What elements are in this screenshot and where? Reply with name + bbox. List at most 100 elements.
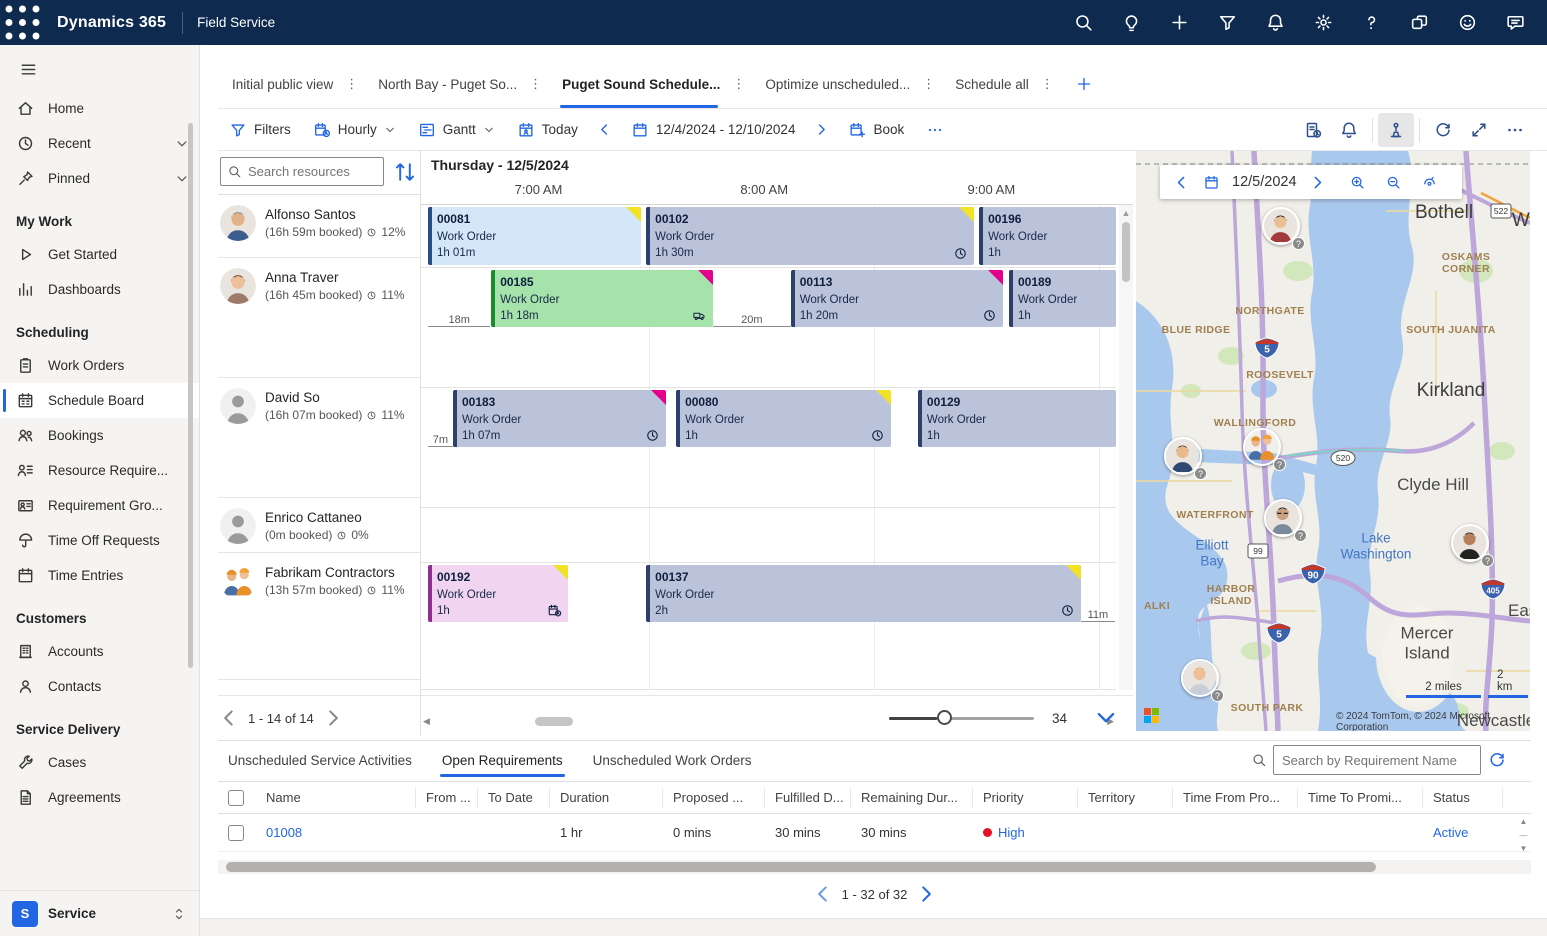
feedback-icon[interactable] <box>1498 6 1532 40</box>
booking-00183[interactable]: 00183Work Order1h 07m <box>453 390 666 447</box>
gantt-row[interactable]: 18m00185Work Order1h 18m20m00113Work Ord… <box>421 268 1116 388</box>
requirements-prev-page-icon[interactable] <box>812 883 834 905</box>
help-icon[interactable] <box>1354 6 1388 40</box>
tab-options-icon[interactable]: ⋮ <box>916 76 941 92</box>
sidebar-item-accounts[interactable]: Accounts <box>0 634 199 669</box>
doc-clock-icon[interactable] <box>1295 113 1331 147</box>
filter-icon[interactable] <box>1210 6 1244 40</box>
sidebar-item-cases[interactable]: Cases <box>0 745 199 780</box>
gantt-button[interactable]: Gantt <box>407 113 506 147</box>
sidebar-item-pinned[interactable]: Pinned <box>0 161 199 196</box>
resource-search[interactable] <box>220 157 384 186</box>
booking-00196[interactable]: 00196Work Order1h <box>979 207 1116 265</box>
requirements-next-page-icon[interactable] <box>915 883 937 905</box>
ellipsis-button[interactable] <box>915 113 955 147</box>
area-switcher-chevrons-icon[interactable] <box>171 906 187 922</box>
sidebar-item-recent[interactable]: Recent <box>0 126 199 161</box>
resource-row[interactable]: David So(16h 07m booked)11% <box>218 378 420 498</box>
sidebar-item-time-off-requests[interactable]: Time Off Requests <box>0 523 199 558</box>
map-resource-pin[interactable]: ? <box>1262 207 1304 249</box>
resource-row[interactable]: Fabrikam Contractors(13h 57m booked)11% <box>218 553 420 680</box>
requirements-tab-open-requirements[interactable]: Open Requirements <box>432 745 573 777</box>
refresh-icon[interactable] <box>1425 113 1461 147</box>
cell-link[interactable]: 01008 <box>266 825 302 840</box>
board-tab-4[interactable]: Optimize unscheduled... <box>751 60 916 108</box>
chevron-left-button[interactable] <box>589 113 620 147</box>
schedule-map[interactable]: BothellWoOSKAMSCORNERNORTHGATEBLUE RIDGE… <box>1136 151 1530 731</box>
sidebar-item-resource-require-[interactable]: Resource Require... <box>0 453 199 488</box>
expand-icon[interactable] <box>1461 113 1497 147</box>
chevron-down-icon[interactable] <box>175 172 189 186</box>
settings-icon[interactable] <box>1306 6 1340 40</box>
search-icon[interactable] <box>1066 6 1100 40</box>
today-button[interactable]: Today <box>506 113 589 147</box>
requirements-tab-unscheduled-service-activities[interactable]: Unscheduled Service Activities <box>218 745 422 777</box>
booking-00113[interactable]: 00113Work Order1h 20m <box>791 270 1004 327</box>
booking-00081[interactable]: 00081Work Order1h 01m <box>428 207 641 265</box>
cell-link[interactable]: Active <box>1433 825 1468 840</box>
bell-icon[interactable] <box>1258 6 1292 40</box>
gantt-row[interactable] <box>421 508 1116 563</box>
filters-button[interactable]: Filters <box>218 113 302 147</box>
board-zoom-slider[interactable] <box>889 708 1034 728</box>
select-all-checkbox[interactable] <box>228 790 244 806</box>
emoji-icon[interactable] <box>1450 6 1484 40</box>
map-resource-pin[interactable]: ? <box>1164 437 1206 479</box>
map-date[interactable]: 12/5/2024 <box>1232 174 1297 190</box>
booking-00185[interactable]: 00185Work Order1h 18m <box>491 270 713 327</box>
waffle-icon[interactable] <box>0 0 45 45</box>
board-tab-3[interactable]: Puget Sound Schedule... <box>548 60 726 108</box>
map-calendar-icon[interactable] <box>1196 168 1226 196</box>
map-resource-pin[interactable]: ? <box>1243 428 1285 470</box>
sidebar-item-dashboards[interactable]: Dashboards <box>0 272 199 307</box>
sidebar-item-time-entries[interactable]: Time Entries <box>0 558 199 593</box>
sidebar-item-home[interactable]: Home <box>0 91 199 126</box>
gantt-row[interactable]: 7m00183Work Order1h 07m00080Work Order1h… <box>421 388 1116 508</box>
map-next-day-icon[interactable] <box>1303 168 1333 196</box>
gantt-vscrollbar[interactable]: ▲ <box>1119 205 1133 690</box>
hourly-button[interactable]: Hourly <box>302 113 407 147</box>
board-tab-5[interactable]: Schedule all <box>941 60 1035 108</box>
zoom-slider-handle[interactable] <box>937 710 952 725</box>
table-vscrollbar[interactable]: ▲—▼ <box>1516 815 1531 855</box>
booking-00102[interactable]: 00102Work Order1h 30m <box>646 207 974 265</box>
12-4-2024-12-10-2024-button[interactable]: 12/4/2024 - 12/10/2024 <box>620 113 807 147</box>
chevron-right-button[interactable] <box>806 113 837 147</box>
resources-next-page-icon[interactable] <box>322 707 344 729</box>
app-brand[interactable]: Dynamics 365 <box>57 14 166 32</box>
area-switcher[interactable]: S Service <box>0 890 199 936</box>
sidebar-item-schedule-board[interactable]: Schedule Board <box>0 383 199 418</box>
expand-bottom-panel-icon[interactable] <box>1093 705 1119 731</box>
priority-value[interactable]: High <box>998 825 1025 840</box>
sidebar-item-work-orders[interactable]: Work Orders <box>0 348 199 383</box>
map-prev-day-icon[interactable] <box>1166 168 1196 196</box>
resources-prev-page-icon[interactable] <box>218 707 240 729</box>
sidebar-item-agreements[interactable]: Agreements <box>0 780 199 815</box>
map-resource-pin[interactable]: ? <box>1181 659 1223 701</box>
sort-resources-icon[interactable] <box>392 159 418 185</box>
book-button[interactable]: Book <box>837 113 915 147</box>
gantt-row[interactable]: 00192Work Order1h00137Work Order2h11m <box>421 563 1116 690</box>
refresh-grid-icon[interactable] <box>1487 750 1507 770</box>
gantt-row[interactable]: 00081Work Order1h 01m00102Work Order1h 3… <box>421 205 1116 268</box>
requirements-tab-unscheduled-work-orders[interactable]: Unscheduled Work Orders <box>583 745 762 777</box>
table-hscrollbar[interactable] <box>218 860 1531 874</box>
lightbulb-icon[interactable] <box>1114 6 1148 40</box>
tab-options-icon[interactable]: ⋮ <box>726 76 751 92</box>
add-board-tab-icon[interactable] <box>1070 70 1098 98</box>
map-resource-pin[interactable]: ? <box>1451 524 1493 566</box>
sidebar-scrollbar[interactable] <box>188 123 193 668</box>
apps-icon[interactable] <box>1402 6 1436 40</box>
booking-00129[interactable]: 00129Work Order1h <box>918 390 1116 447</box>
tab-options-icon[interactable]: ⋮ <box>1035 76 1060 92</box>
sidebar-item-get-started[interactable]: Get Started <box>0 237 199 272</box>
booking-00080[interactable]: 00080Work Order1h <box>676 390 891 447</box>
map-resource-pin[interactable]: ? <box>1264 499 1306 541</box>
tab-options-icon[interactable]: ⋮ <box>523 76 548 92</box>
resource-row[interactable]: Anna Traver(16h 45m booked)11% <box>218 258 420 378</box>
requirement-search-input[interactable] <box>1273 745 1481 775</box>
chevron-down-icon[interactable] <box>175 137 189 151</box>
map-zoom-in-icon[interactable] <box>1343 168 1373 196</box>
map-person-icon[interactable] <box>1378 113 1414 147</box>
map-locate-icon[interactable] <box>1415 168 1445 196</box>
